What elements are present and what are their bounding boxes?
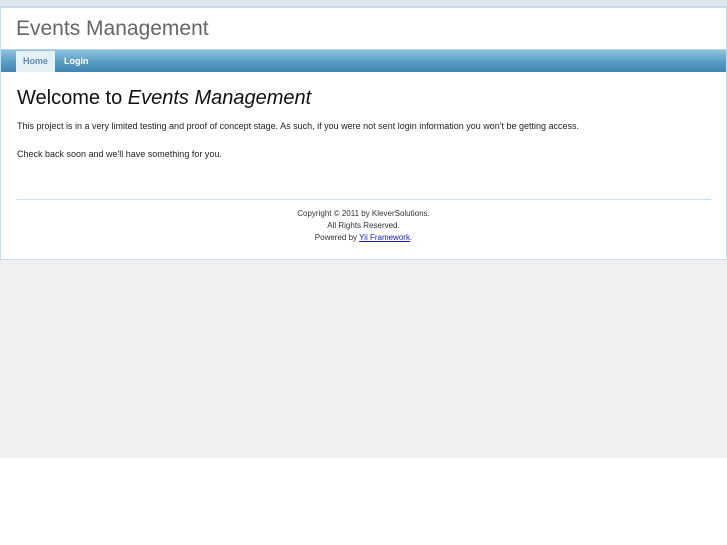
- menu-item-home[interactable]: Home: [16, 51, 56, 72]
- menu-item-login[interactable]: Login: [57, 51, 96, 72]
- page-title-prefix: Welcome to: [17, 87, 128, 109]
- footer-rights: All Rights Reserved.: [327, 221, 400, 230]
- check-back-paragraph: Check back soon and we'll have something…: [17, 149, 222, 159]
- site-logo: Events Management: [16, 17, 209, 40]
- footer: Copyright © 2011 by KleverSolutions. All…: [1, 208, 726, 244]
- yii-framework-link[interactable]: Yii Framework: [359, 233, 410, 242]
- intro-paragraph: This project is in a very limited testin…: [17, 121, 580, 131]
- footer-powered: Powered by Yii Framework.: [1, 232, 726, 244]
- page-title: Welcome to Events Management: [17, 87, 311, 110]
- footer-powered-prefix: Powered by: [314, 233, 360, 242]
- main-menu: Home Login: [1, 49, 726, 72]
- footer-divider: [16, 199, 711, 200]
- footer-copyright: Copyright © 2011 by KleverSolutions.: [297, 209, 430, 218]
- header: Events Management: [1, 8, 726, 49]
- page-title-emphasis: Events Management: [127, 87, 312, 109]
- page-container: Events Management Home Login Welcome to …: [0, 7, 727, 260]
- top-strip: [0, 0, 727, 7]
- footer-powered-suffix: .: [409, 233, 413, 242]
